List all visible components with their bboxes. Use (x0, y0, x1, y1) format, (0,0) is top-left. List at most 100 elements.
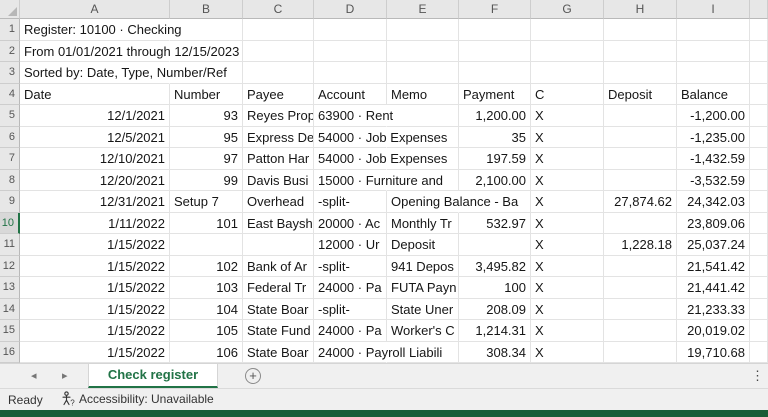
cell-E10[interactable]: Monthly Tr (387, 212, 459, 234)
cell-F14[interactable]: 208.09 (459, 298, 531, 320)
cell-A13[interactable]: 1/15/2022 (20, 277, 170, 299)
cell-F2[interactable] (459, 40, 531, 62)
cell-B14[interactable]: 104 (170, 298, 243, 320)
cell-H4[interactable]: Deposit (604, 83, 677, 105)
row-header-14[interactable]: 14 (0, 298, 20, 320)
cell-D7[interactable]: 54000 · Job Expenses (314, 148, 450, 170)
col-header-I[interactable]: I (677, 0, 750, 19)
cell-B11[interactable] (170, 234, 243, 256)
cell-A5[interactable]: 12/1/2021 (20, 105, 170, 127)
cell-B15[interactable]: 105 (170, 320, 243, 342)
cell-C13[interactable]: Federal Tr (243, 277, 314, 299)
cell-G15[interactable]: X (531, 320, 604, 342)
cell-E1[interactable] (387, 19, 459, 41)
row-header-10[interactable]: 10 (0, 212, 20, 234)
row-header-4[interactable]: 4 (0, 83, 20, 105)
cell-A2[interactable]: From 01/01/2021 through 12/15/2023 (20, 41, 242, 62)
cell-E9[interactable]: Opening Balance - Ba (387, 191, 521, 213)
cell-D6[interactable]: 54000 · Job Expenses (314, 127, 450, 148)
row-header-16[interactable]: 16 (0, 341, 20, 363)
cell-H7[interactable] (604, 148, 677, 170)
cell-C12[interactable]: Bank of Ar (243, 255, 314, 277)
cell-I15[interactable]: 20,019.02 (677, 320, 750, 342)
col-header-E[interactable]: E (387, 0, 459, 19)
cell-G10[interactable]: X (531, 212, 604, 234)
cell-I3[interactable] (677, 62, 750, 84)
col-header-stub[interactable] (750, 0, 768, 19)
row-header-8[interactable]: 8 (0, 169, 20, 191)
cell-G13[interactable]: X (531, 277, 604, 299)
cell-I1[interactable] (677, 19, 750, 41)
cell-F6[interactable]: 35 (459, 126, 531, 148)
cell-B10[interactable]: 101 (170, 212, 243, 234)
add-sheet-button[interactable]: + (245, 368, 261, 384)
cell-J13[interactable] (750, 277, 768, 299)
cell-J10[interactable] (750, 212, 768, 234)
cell-C3[interactable] (243, 62, 314, 84)
cell-D5[interactable]: 63900 · Rent (314, 105, 396, 127)
cell-D4[interactable]: Account (314, 83, 387, 105)
cell-C11[interactable] (243, 234, 314, 256)
cell-A16[interactable]: 1/15/2022 (20, 341, 170, 363)
cell-F1[interactable] (459, 19, 531, 41)
cell-H6[interactable] (604, 126, 677, 148)
cell-B9[interactable]: Setup 7 (170, 191, 243, 213)
cell-B4[interactable]: Number (170, 83, 243, 105)
cell-A15[interactable]: 1/15/2022 (20, 320, 170, 342)
col-header-C[interactable]: C (243, 0, 314, 19)
cell-H13[interactable] (604, 277, 677, 299)
cell-J8[interactable] (750, 169, 768, 191)
cell-C16[interactable]: State Boar (243, 341, 314, 363)
cell-I2[interactable] (677, 40, 750, 62)
cell-H9[interactable]: 27,874.62 (604, 191, 677, 213)
cell-A12[interactable]: 1/15/2022 (20, 255, 170, 277)
row-header-1[interactable]: 1 (0, 19, 20, 41)
cell-F5[interactable]: 1,200.00 (459, 105, 531, 127)
cell-E13[interactable]: FUTA Payn (387, 277, 459, 299)
cell-C9[interactable]: Overhead (243, 191, 314, 213)
cell-C6[interactable]: Express De (243, 126, 314, 148)
row-header-6[interactable]: 6 (0, 126, 20, 148)
cell-C5[interactable]: Reyes Prop (243, 105, 314, 127)
cell-C8[interactable]: Davis Busi (243, 169, 314, 191)
cell-G1[interactable] (531, 19, 604, 41)
cell-J9[interactable] (750, 191, 768, 213)
cell-H11[interactable]: 1,228.18 (604, 234, 677, 256)
cell-J14[interactable] (750, 298, 768, 320)
col-header-A[interactable]: A (20, 0, 170, 19)
cell-C2[interactable] (243, 40, 314, 62)
cell-D11[interactable]: 12000 · Ur (314, 234, 387, 256)
cell-E15[interactable]: Worker's C (387, 320, 459, 342)
cell-I6[interactable]: -1,235.00 (677, 126, 750, 148)
cell-H10[interactable] (604, 212, 677, 234)
cell-I10[interactable]: 23,809.06 (677, 212, 750, 234)
cell-E2[interactable] (387, 40, 459, 62)
cell-J1[interactable] (750, 19, 768, 41)
cell-J12[interactable] (750, 255, 768, 277)
cell-C15[interactable]: State Fund (243, 320, 314, 342)
cell-H14[interactable] (604, 298, 677, 320)
cell-F15[interactable]: 1,214.31 (459, 320, 531, 342)
cell-G6[interactable]: X (531, 126, 604, 148)
cell-J2[interactable] (750, 40, 768, 62)
cell-A10[interactable]: 1/11/2022 (20, 212, 170, 234)
cell-F13[interactable]: 100 (459, 277, 531, 299)
col-header-H[interactable]: H (604, 0, 677, 19)
cell-E5[interactable] (387, 105, 459, 127)
cell-E4[interactable]: Memo (387, 83, 459, 105)
cell-J3[interactable] (750, 62, 768, 84)
col-header-D[interactable]: D (314, 0, 387, 19)
cell-D13[interactable]: 24000 · Pa (314, 277, 387, 299)
cell-G9[interactable]: X (531, 191, 604, 213)
cell-E11[interactable]: Deposit (387, 234, 459, 256)
cell-D2[interactable] (314, 40, 387, 62)
cell-A1[interactable]: Register: 10100 · Checking (20, 19, 184, 41)
cell-H2[interactable] (604, 40, 677, 62)
cell-D10[interactable]: 20000 · Ac (314, 212, 387, 234)
cell-G2[interactable] (531, 40, 604, 62)
cell-A4[interactable]: Date (20, 83, 170, 105)
cell-D1[interactable] (314, 19, 387, 41)
cell-A8[interactable]: 12/20/2021 (20, 169, 170, 191)
cell-J4[interactable] (750, 83, 768, 105)
row-header-5[interactable]: 5 (0, 105, 20, 127)
